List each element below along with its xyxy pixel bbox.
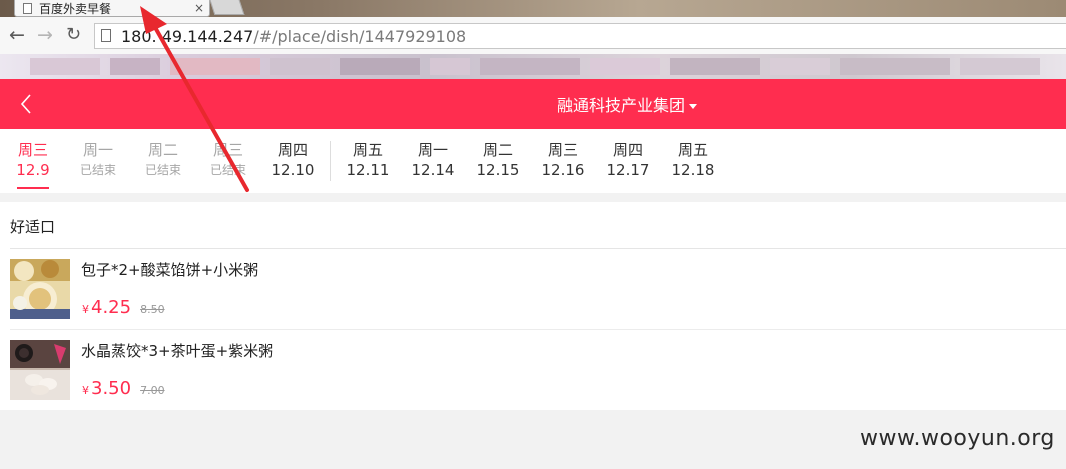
dish-price: 4.25 (91, 297, 132, 318)
new-tab-button[interactable] (209, 0, 245, 15)
url-text: 180. 49.144.247/#/place/dish/1447929108 (121, 27, 466, 46)
forward-arrow-icon[interactable]: → (37, 21, 53, 49)
date-label: 12.18 (671, 161, 715, 179)
store-section: 好适口 包子*2+酸菜馅饼+小米粥 ¥4.25 8.50 水晶蒸饺*3+茶叶蛋+… (0, 202, 1066, 410)
date-tab[interactable]: 周四 12.10 (263, 141, 323, 181)
date-label: 12.10 (271, 161, 315, 179)
date-weekday: 周三 (17, 141, 48, 159)
date-tab[interactable]: 周一 12.14 (403, 141, 463, 181)
tab-title: 百度外卖早餐 (39, 1, 112, 16)
original-price: 8.50 (140, 303, 165, 316)
date-status: 已结束 (144, 163, 181, 177)
date-tab[interactable]: 周五 12.18 (663, 141, 723, 181)
date-label: 12.17 (606, 161, 650, 179)
back-arrow-icon[interactable]: ← (9, 21, 25, 49)
location-selector[interactable]: 融通科技产业集团 (557, 92, 698, 116)
date-weekday: 周二 (147, 141, 178, 159)
address-bar[interactable]: 180. 49.144.247/#/place/dish/1447929108 (94, 23, 1066, 49)
date-label: 12.15 (476, 161, 520, 179)
dish-price: 3.50 (91, 378, 132, 399)
date-weekday: 周四 (277, 141, 308, 159)
active-tab-indicator (17, 187, 49, 189)
date-label: 12.14 (411, 161, 455, 179)
store-name: 好适口 (10, 218, 56, 236)
date-weekday: 周三 (547, 141, 578, 159)
dish-item[interactable]: 包子*2+酸菜馅饼+小米粥 ¥4.25 8.50 (0, 249, 1066, 329)
currency-symbol: ¥ (82, 303, 89, 316)
close-icon[interactable]: × (194, 1, 204, 15)
date-weekday: 周四 (612, 141, 643, 159)
date-label: 12.11 (346, 161, 390, 179)
reload-icon[interactable]: ↻ (66, 21, 81, 49)
date-tab[interactable]: 周四 12.17 (598, 141, 658, 181)
price-row: ¥3.50 7.00 (82, 378, 165, 399)
price-row: ¥4.25 8.50 (82, 297, 165, 318)
date-weekday: 周五 (352, 141, 383, 159)
date-weekday: 周一 (417, 141, 448, 159)
watermark: www.wooyun.org (860, 426, 1055, 451)
page-icon (23, 2, 32, 14)
date-weekday: 周一 (82, 141, 113, 159)
date-tab-active[interactable]: 周三 12.9 (3, 141, 63, 181)
dish-name: 包子*2+酸菜馅饼+小米粥 (81, 261, 259, 279)
date-tab-ended[interactable]: 周三 已结束 (198, 141, 258, 181)
date-weekday: 周三 (212, 141, 243, 159)
url-host: 180. 49.144.247 (121, 27, 254, 46)
browser-tab-strip: 百度外卖早餐 × (0, 0, 1066, 17)
date-label: 12.16 (541, 161, 585, 179)
date-tab[interactable]: 周二 12.15 (468, 141, 528, 181)
app-header: 融通科技产业集团 (0, 79, 1066, 129)
location-title: 融通科技产业集团 (557, 96, 686, 115)
dish-name: 水晶蒸饺*3+茶叶蛋+紫米粥 (81, 342, 274, 360)
dish-item[interactable]: 水晶蒸饺*3+茶叶蛋+紫米粥 ¥3.50 7.00 (0, 330, 1066, 410)
caret-down-icon (689, 104, 698, 109)
date-weekday: 周二 (482, 141, 513, 159)
original-price: 7.00 (140, 384, 165, 397)
date-tab[interactable]: 周三 12.16 (533, 141, 593, 181)
browser-tab[interactable]: 百度外卖早餐 × (14, 0, 210, 17)
date-tab[interactable]: 周五 12.11 (338, 141, 398, 181)
page-icon (101, 29, 111, 42)
date-tab-ended[interactable]: 周一 已结束 (68, 141, 128, 181)
dish-photo (10, 340, 70, 400)
chevron-left-icon[interactable] (14, 89, 40, 119)
date-divider (330, 141, 331, 181)
dish-photo (10, 259, 70, 319)
date-weekday: 周五 (677, 141, 708, 159)
date-status: 已结束 (209, 163, 246, 177)
bookmarks-bar-blurred (0, 54, 1066, 79)
currency-symbol: ¥ (82, 384, 89, 397)
url-path: /#/place/dish/1447929108 (253, 27, 467, 46)
date-label: 12.9 (16, 161, 50, 179)
date-status: 已结束 (79, 163, 116, 177)
date-tab-ended[interactable]: 周二 已结束 (133, 141, 193, 181)
date-selector: 周三 12.9 周一 已结束 周二 已结束 周三 已结束 周四 12.10 周五… (0, 129, 1066, 193)
